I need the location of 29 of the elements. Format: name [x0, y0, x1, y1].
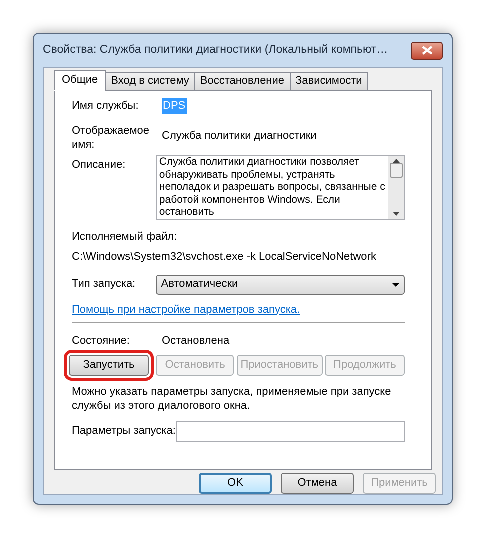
service-name-value: DPS [162, 98, 187, 114]
field-label: Тип запуска: [72, 277, 137, 292]
field-label: Отображаемое имя: [72, 124, 151, 152]
dropdown-arrow-icon [392, 282, 400, 286]
scroll-down-icon [392, 212, 400, 216]
tab[interactable]: Зависимости [290, 72, 368, 91]
close-icon [422, 46, 432, 55]
dialog-button[interactable]: OK [199, 473, 272, 494]
dialog-button[interactable]: Отмена [281, 473, 354, 494]
field-label: Параметры запуска: [72, 424, 176, 440]
field-label: Исполняемый файл: [72, 230, 178, 244]
window-title: Свойства: Служба политики диагностики (Локальный компьют… [43, 42, 388, 58]
description-text: Служба политики диагностики позволяет обнаруживать проблемы, устранять неполадок и разрешать вопросы, связанные с работой компонентов Windows. Если остановить [158, 156, 386, 218]
help-link[interactable]: Помощь при настройке параметров запуска. [72, 304, 300, 316]
startup-type-dropdown[interactable]: Автоматически [156, 274, 405, 294]
executable-path: C:\Windows\System32\svchost.exe -k LocalServiceNoNetwork [72, 250, 378, 265]
start-parameters-field[interactable] [176, 421, 405, 442]
display-name-value: Служба политики диагностики [162, 129, 317, 144]
tab[interactable]: Общие [54, 70, 106, 91]
tab[interactable]: Вход в систему [105, 72, 196, 91]
field-label: Состояние: [72, 334, 131, 348]
hint-text: Можно указать параметры запуска, применяемые при запуске службы из этого диалогового окна. [72, 385, 392, 413]
field-label: Описание: [72, 158, 127, 173]
close-button[interactable] [411, 42, 443, 60]
status-value: Остановлена [162, 334, 230, 348]
scroll-thumb[interactable] [390, 163, 402, 178]
service-button[interactable]: Запустить [69, 355, 149, 376]
field-label: Имя службы: [72, 98, 140, 114]
tab[interactable]: Восстановление [194, 72, 291, 91]
